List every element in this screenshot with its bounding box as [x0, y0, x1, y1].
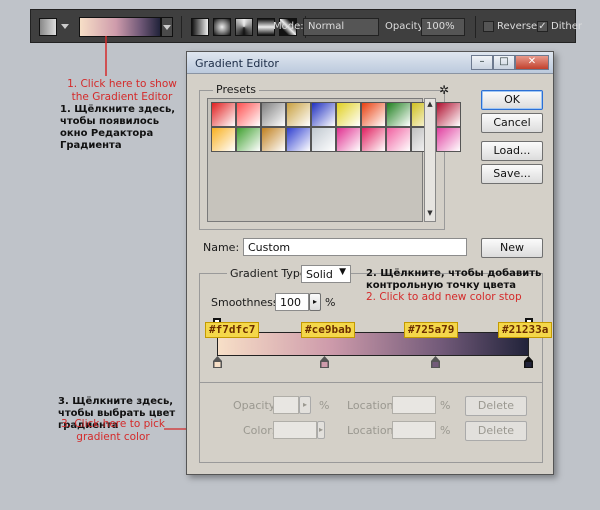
- color-location-label: Location:: [347, 424, 398, 437]
- name-label: Name:: [203, 241, 240, 254]
- hex-label-stop-3: #725a79: [404, 322, 459, 338]
- preset-swatch[interactable]: [236, 102, 261, 127]
- preset-swatch[interactable]: [286, 127, 311, 152]
- color-location-input[interactable]: [392, 421, 436, 439]
- preset-swatch[interactable]: [361, 102, 386, 127]
- hex-label-stop-2: #ce9bab: [301, 322, 356, 338]
- hex-label-stop-1: #f7dfc7: [205, 322, 260, 338]
- save-button[interactable]: Save...: [481, 164, 543, 184]
- presets-grid: [207, 98, 461, 222]
- color-location-unit: %: [440, 424, 451, 437]
- ok-button[interactable]: OK: [481, 90, 543, 110]
- presets-scrollbar[interactable]: ▲ ▼: [424, 98, 436, 222]
- preset-swatch[interactable]: [311, 102, 336, 127]
- stop-opacity-dropdown[interactable]: ▸: [299, 396, 311, 414]
- preset-swatch[interactable]: [386, 127, 411, 152]
- preset-swatch[interactable]: [336, 102, 361, 127]
- opacity-location-unit: %: [440, 399, 451, 412]
- preset-swatch[interactable]: [211, 127, 236, 152]
- stop-color-dropdown[interactable]: ▸: [317, 421, 325, 439]
- step2-russian-note: 2. Щёлкните, чтобы добавить контрольную …: [366, 268, 542, 291]
- step1-russian-note: 1. Щёлкните здесь, чтобы появилось окно …: [60, 104, 176, 151]
- delete-opacity-stop-button[interactable]: Delete: [465, 396, 527, 416]
- step2-english-note: 2. Click to add new color stop: [366, 291, 522, 303]
- step3-english-note: 3. Click here to pick gradient color: [60, 418, 166, 443]
- cancel-button[interactable]: Cancel: [481, 113, 543, 133]
- presets-label: Presets: [213, 83, 260, 96]
- preset-swatch[interactable]: [361, 127, 386, 152]
- gradient-preview-bar[interactable]: [217, 332, 529, 356]
- load-button[interactable]: Load...: [481, 141, 543, 161]
- preset-swatch[interactable]: [311, 127, 336, 152]
- preset-swatch[interactable]: [336, 127, 361, 152]
- close-button[interactable]: ✕: [515, 55, 549, 70]
- preset-swatch[interactable]: [436, 102, 461, 127]
- maximize-button[interactable]: □: [493, 55, 515, 70]
- gradient-type-select[interactable]: Solid ▼: [301, 265, 351, 283]
- dialog-title: Gradient Editor: [195, 57, 279, 70]
- preset-swatch[interactable]: [261, 102, 286, 127]
- gradient-editor-dialog: Gradient Editor – □ ✕ Presets ✲ ▲ ▼ OK C…: [186, 51, 554, 475]
- name-input[interactable]: Custom: [243, 238, 467, 256]
- smoothness-unit: %: [325, 296, 336, 309]
- delete-color-stop-button[interactable]: Delete: [465, 421, 527, 441]
- stop-color-label: Color:: [243, 424, 276, 437]
- stops-divider: [199, 382, 543, 383]
- color-stop-2[interactable]: [320, 356, 329, 368]
- minimize-button[interactable]: –: [471, 55, 493, 70]
- chevron-down-icon: ▼: [339, 267, 346, 277]
- color-stop-1[interactable]: [213, 356, 222, 368]
- stop-color-swatch[interactable]: [273, 421, 317, 439]
- preset-swatch[interactable]: [436, 127, 461, 152]
- preset-swatch[interactable]: [261, 127, 286, 152]
- gradient-type-value: Solid: [306, 268, 333, 281]
- stop-opacity-unit: %: [319, 399, 330, 412]
- stop-opacity-input[interactable]: [273, 396, 299, 414]
- scroll-up-icon[interactable]: ▲: [426, 100, 434, 110]
- opacity-location-input[interactable]: [392, 396, 436, 414]
- gear-icon[interactable]: ✲: [439, 83, 449, 97]
- preset-swatch[interactable]: [286, 102, 311, 127]
- color-stop-3[interactable]: [431, 356, 440, 368]
- new-button[interactable]: New: [481, 238, 543, 258]
- preset-swatch[interactable]: [386, 102, 411, 127]
- smoothness-dropdown[interactable]: ▸: [309, 293, 321, 311]
- color-stop-4[interactable]: [524, 356, 533, 368]
- hex-label-stop-4: #21233a: [498, 322, 553, 338]
- step1-english-note: 1. Click here to show the Gradient Edito…: [67, 78, 177, 103]
- opacity-location-label: Location:: [347, 399, 398, 412]
- dialog-titlebar[interactable]: Gradient Editor – □ ✕: [187, 52, 553, 74]
- preset-swatch[interactable]: [236, 127, 261, 152]
- smoothness-label: Smoothness:: [211, 296, 283, 309]
- stop-opacity-label: Opacity:: [233, 399, 279, 412]
- smoothness-input[interactable]: 100: [275, 293, 309, 311]
- preset-swatch[interactable]: [211, 102, 236, 127]
- scroll-down-icon[interactable]: ▼: [426, 209, 434, 219]
